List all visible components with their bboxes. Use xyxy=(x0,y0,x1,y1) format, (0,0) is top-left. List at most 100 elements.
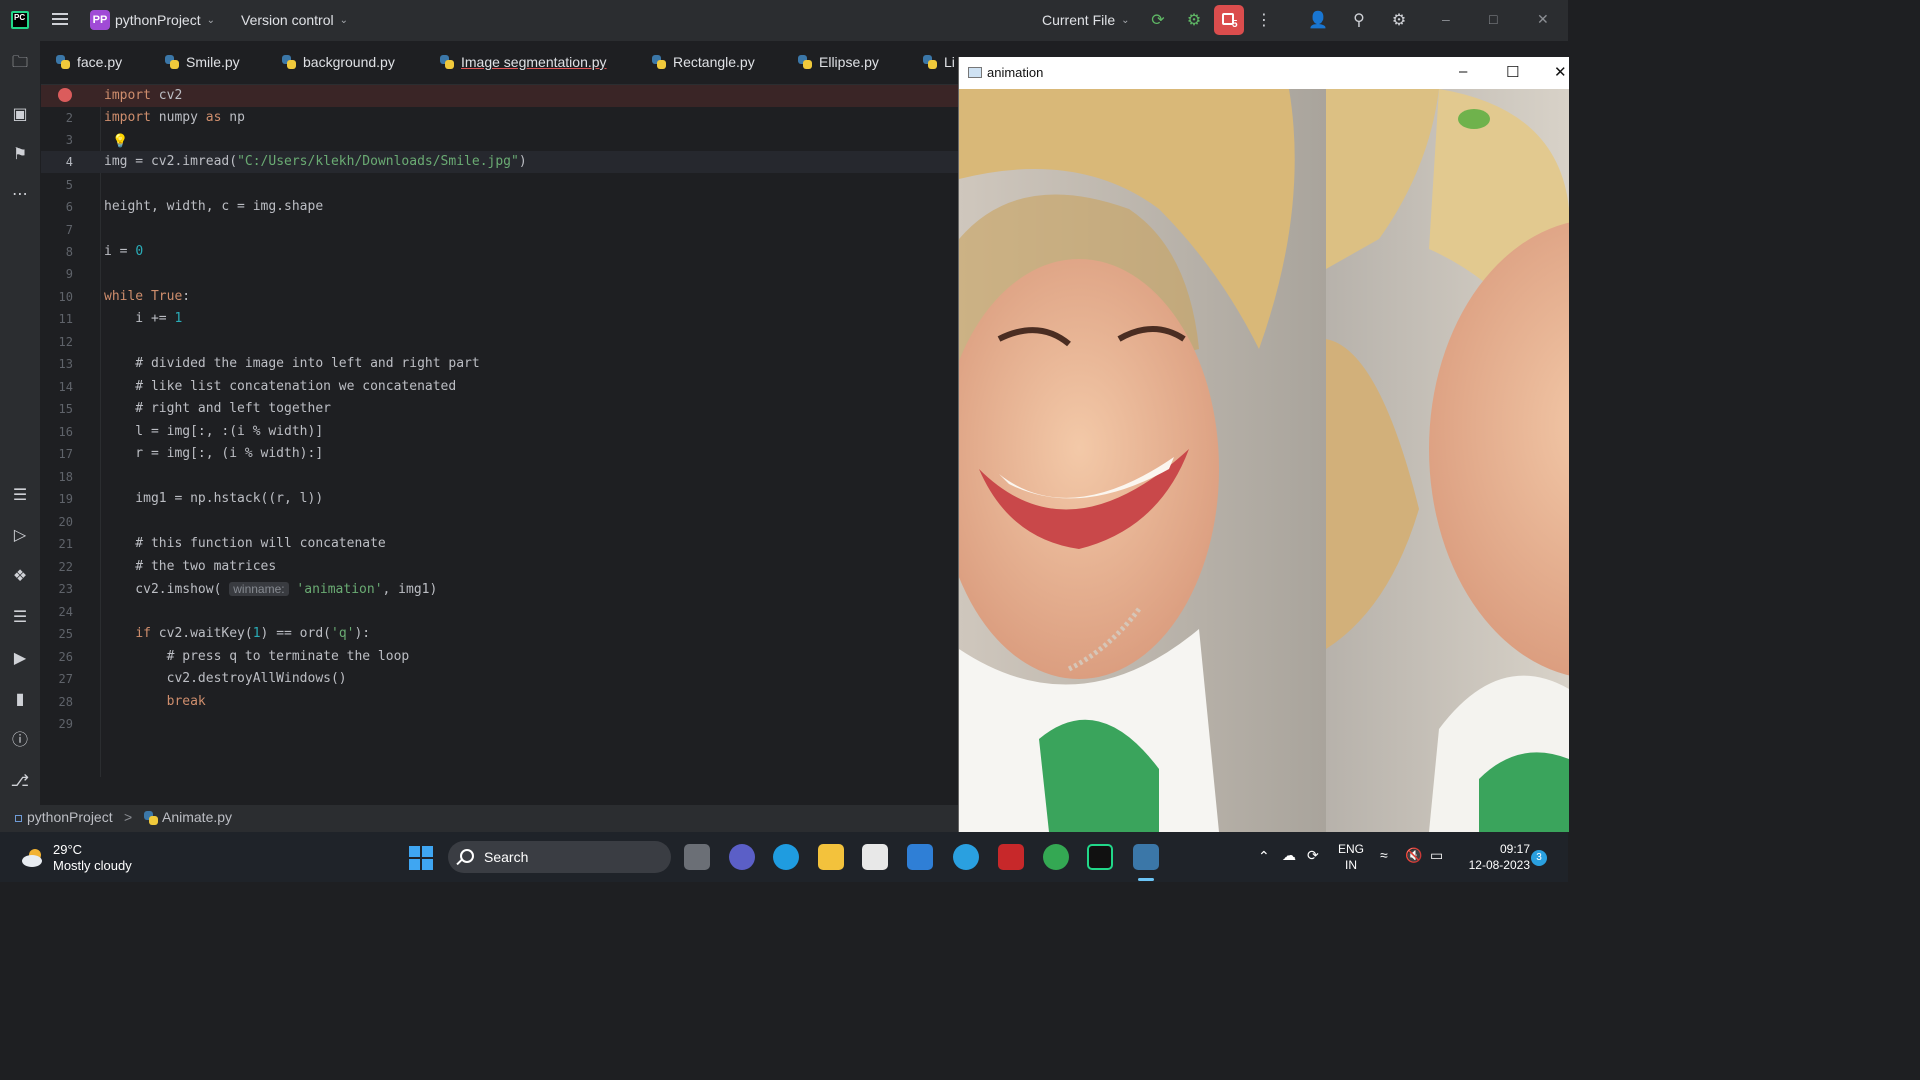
file-explorer-icon[interactable] xyxy=(818,844,844,870)
hp-app-icon[interactable] xyxy=(907,844,933,870)
weather-cloud-icon[interactable] xyxy=(20,846,46,868)
tab-smile[interactable]: Smile.py xyxy=(165,54,240,70)
window-minimize-icon[interactable]: – xyxy=(1442,11,1450,27)
code-line[interactable]: 25 if cv2.waitKey(1) == ord('q'): xyxy=(41,623,958,645)
terminal-icon[interactable]: ▮ xyxy=(10,690,30,710)
more-actions-icon[interactable]: ⋮ xyxy=(1253,9,1275,31)
code-line[interactable]: 5 xyxy=(41,174,958,196)
tab-face[interactable]: face.py xyxy=(56,54,122,70)
code-line[interactable]: 12 xyxy=(41,331,958,353)
pycharm-taskbar-icon[interactable] xyxy=(1087,844,1113,870)
wifi-icon[interactable]: ≈ xyxy=(1380,847,1388,863)
lightbulb-icon[interactable]: 💡 xyxy=(112,131,128,153)
animation-title-bar[interactable]: animation – ☐ ✕ xyxy=(959,57,1569,89)
tab-image-segmentation[interactable]: Image segmentation.py xyxy=(440,54,607,70)
sync-icon[interactable]: ⟳ xyxy=(1307,847,1319,864)
tab-ellipse[interactable]: Ellipse.py xyxy=(798,54,879,70)
code-line[interactable]: 24 xyxy=(41,601,958,623)
code-editor[interactable]: import cv2 2 import numpy as np 3 💡 4 im… xyxy=(41,85,958,777)
project-selector[interactable]: pythonProject ⌄ xyxy=(115,12,215,28)
clock-date[interactable]: 12-08-2023 xyxy=(1455,858,1530,872)
mcafee-icon[interactable] xyxy=(998,844,1024,870)
python-console-icon[interactable]: ❖ xyxy=(10,567,30,587)
window-restore-icon[interactable]: □ xyxy=(1489,11,1497,27)
task-view-icon[interactable] xyxy=(684,844,710,870)
code-line[interactable]: 22 # the two matrices xyxy=(41,556,958,578)
teams-chat-icon[interactable] xyxy=(729,844,755,870)
rerun-icon[interactable]: ⟳ xyxy=(1147,9,1169,31)
version-control-menu[interactable]: Version control ⌄ xyxy=(241,12,348,28)
search-icon[interactable]: ⚲ xyxy=(1348,9,1370,31)
bookmarks-icon[interactable]: ⚑ xyxy=(10,145,30,165)
language-top[interactable]: ENG xyxy=(1337,842,1365,856)
tab-background[interactable]: background.py xyxy=(282,54,395,70)
code-line[interactable]: 20 xyxy=(41,511,958,533)
settings-gear-icon[interactable]: ⚙ xyxy=(1388,9,1410,31)
code-line[interactable]: 26 # press q to terminate the loop xyxy=(41,646,958,668)
minimize-button[interactable]: – xyxy=(1459,63,1467,80)
window-close-icon[interactable]: ✕ xyxy=(1537,11,1549,28)
language-bottom[interactable]: IN xyxy=(1337,858,1365,872)
code-line[interactable]: import cv2 xyxy=(41,85,958,107)
code-line[interactable]: 28 break xyxy=(41,691,958,713)
code-line[interactable]: 16 l = img[:, :(i % width)] xyxy=(41,421,958,443)
weather-temperature[interactable]: 29°C xyxy=(53,842,82,857)
maximize-button[interactable]: ☐ xyxy=(1506,63,1519,81)
notification-badge[interactable]: 3 xyxy=(1531,850,1547,866)
add-user-icon[interactable]: 👤 xyxy=(1307,9,1329,31)
breadcrumb-file[interactable]: Animate.py xyxy=(162,809,232,825)
code-line[interactable]: 9 xyxy=(41,263,958,285)
code-line[interactable]: 10 while True: xyxy=(41,286,958,308)
edge-browser-icon[interactable] xyxy=(773,844,799,870)
battery-icon[interactable]: ▭ xyxy=(1430,847,1443,864)
code-line[interactable]: 18 xyxy=(41,466,958,488)
services-icon[interactable]: ▶ xyxy=(10,649,30,669)
stop-button[interactable]: 5 xyxy=(1214,5,1244,35)
tab-line[interactable]: Li xyxy=(923,54,955,70)
code-line[interactable]: 3 💡 xyxy=(41,129,958,151)
git-icon[interactable]: ⎇ xyxy=(10,772,30,792)
code-line[interactable]: 21 # this function will concatenate xyxy=(41,533,958,555)
python-taskbar-icon[interactable] xyxy=(1133,844,1159,870)
code-line[interactable]: 6 height, width, c = img.shape xyxy=(41,196,958,218)
structure-icon[interactable]: ▣ xyxy=(10,105,30,125)
code-line[interactable]: 14 # like list concatenation we concaten… xyxy=(41,376,958,398)
close-button[interactable]: ✕ xyxy=(1554,63,1567,81)
help-icon[interactable] xyxy=(953,844,979,870)
show-hidden-icons-icon[interactable]: ⌃ xyxy=(1258,848,1270,865)
chrome-icon[interactable] xyxy=(1043,844,1069,870)
code-line[interactable]: 19 img1 = np.hstack((r, l)) xyxy=(41,488,958,510)
breakpoint-icon[interactable] xyxy=(58,88,72,102)
code-line[interactable]: 2 import numpy as np xyxy=(41,107,958,129)
code-line[interactable]: 8 i = 0 xyxy=(41,241,958,263)
code-line[interactable]: 13 # divided the image into left and rig… xyxy=(41,353,958,375)
debug-icon[interactable]: ⚙ xyxy=(1183,9,1205,31)
breadcrumb-project[interactable]: pythonProject xyxy=(27,809,113,825)
code-line[interactable]: 11 i += 1 xyxy=(41,308,958,330)
windows-start-icon[interactable] xyxy=(409,846,433,870)
onedrive-cloud-icon[interactable]: ☁ xyxy=(1282,847,1296,864)
code-line[interactable]: 23 cv2.imshow( winname: 'animation', img… xyxy=(41,578,958,600)
problems-icon[interactable]: ⓘ xyxy=(10,731,30,751)
animation-window[interactable]: animation – ☐ ✕ xyxy=(958,57,1569,832)
todo-list-icon[interactable]: ☰ xyxy=(10,486,30,506)
clock-time[interactable]: 09:17 xyxy=(1480,842,1530,856)
code-line[interactable]: 17 r = img[:, (i % width):] xyxy=(41,443,958,465)
weather-description[interactable]: Mostly cloudy xyxy=(53,858,132,873)
code-line[interactable]: 29 xyxy=(41,713,958,735)
code-line[interactable]: 7 xyxy=(41,219,958,241)
run-icon[interactable]: ▷ xyxy=(10,526,30,546)
more-tools-icon[interactable]: ⋯ xyxy=(10,185,30,205)
python-packages-icon[interactable]: ☰ xyxy=(10,608,30,628)
project-folder-icon[interactable]: 🗀 xyxy=(10,53,30,73)
run-config-selector[interactable]: Current File ⌄ xyxy=(1042,12,1130,28)
microsoft-store-icon[interactable] xyxy=(862,844,888,870)
project-badge[interactable]: PP xyxy=(90,10,110,30)
tab-rectangle[interactable]: Rectangle.py xyxy=(652,54,755,70)
code-line[interactable]: 4 img = cv2.imread("C:/Users/klekh/Downl… xyxy=(41,151,958,173)
taskbar-search[interactable]: Search xyxy=(448,841,671,873)
speaker-muted-icon[interactable]: 🔇 xyxy=(1405,847,1422,864)
main-menu-icon[interactable] xyxy=(52,13,68,27)
code-line[interactable]: 15 # right and left together xyxy=(41,398,958,420)
code-line[interactable]: 27 cv2.destroyAllWindows() xyxy=(41,668,958,690)
